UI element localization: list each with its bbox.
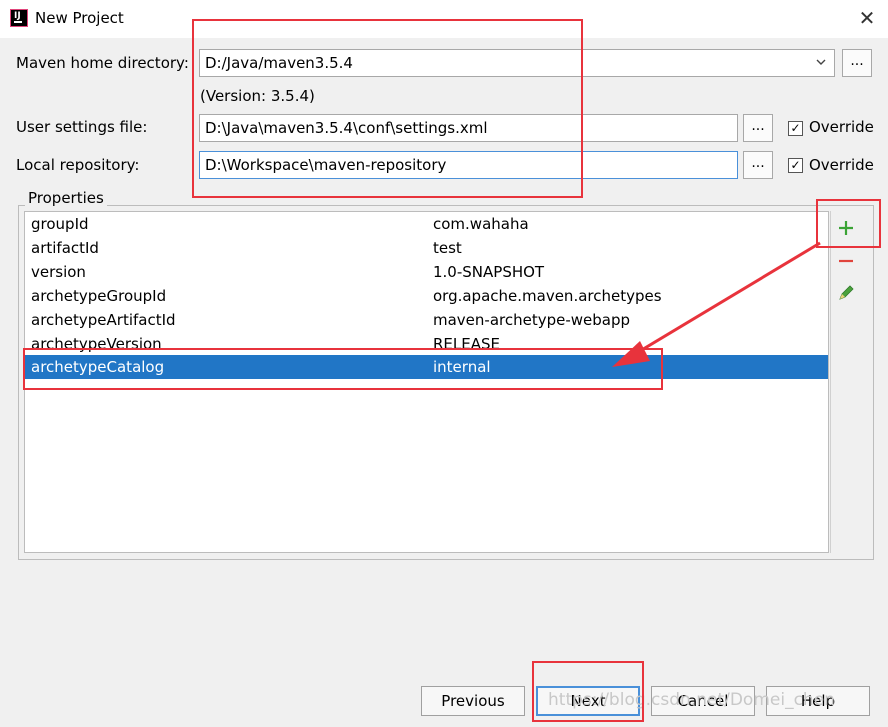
local-repository-input[interactable]: D:\Workspace\maven-repository <box>199 151 738 179</box>
override-settings-checkbox[interactable]: ✓ <box>788 121 803 136</box>
annotation-arrow <box>612 241 821 367</box>
user-settings-label: User settings file: <box>16 118 148 136</box>
window-title: New Project <box>35 9 124 27</box>
add-icon[interactable] <box>837 219 855 237</box>
pencil-icon[interactable] <box>837 284 855 302</box>
override-repository-label: Override <box>809 156 874 174</box>
property-value: com.wahaha <box>433 215 529 233</box>
browse-maven-home-button[interactable]: ... <box>842 49 872 77</box>
override-settings-label: Override <box>809 118 874 136</box>
remove-icon[interactable] <box>837 252 855 270</box>
previous-button[interactable]: Previous <box>421 686 525 716</box>
maven-home-value: D:/Java/maven3.5.4 <box>205 54 353 72</box>
property-key: archetypeCatalog <box>31 358 165 376</box>
chevron-down-icon[interactable] <box>816 57 826 67</box>
property-key: version <box>31 263 86 281</box>
property-key: archetypeArtifactId <box>31 311 176 329</box>
property-value: test <box>433 239 462 257</box>
maven-version-text: (Version: 3.5.4) <box>200 87 315 105</box>
intellij-app-icon: IJ <box>10 9 28 27</box>
property-key: artifactId <box>31 239 99 257</box>
local-repository-label: Local repository: <box>16 156 140 174</box>
override-repository-checkbox[interactable]: ✓ <box>788 158 803 173</box>
property-value: RELEASE <box>433 335 500 353</box>
property-value: 1.0-SNAPSHOT <box>433 263 545 281</box>
maven-home-combobox[interactable]: D:/Java/maven3.5.4 <box>199 49 835 77</box>
property-value: internal <box>433 358 491 376</box>
title-bar <box>0 0 888 38</box>
properties-title: Properties <box>25 189 107 207</box>
user-settings-input[interactable]: D:\Java\maven3.5.4\conf\settings.xml <box>199 114 738 142</box>
close-icon[interactable]: ✕ <box>855 6 879 30</box>
table-row[interactable]: groupId com.wahaha <box>25 212 828 236</box>
property-key: groupId <box>31 215 89 233</box>
browse-repository-button[interactable]: ... <box>743 151 773 179</box>
property-key: archetypeVersion <box>31 335 162 353</box>
browse-settings-button[interactable]: ... <box>743 114 773 142</box>
property-key: archetypeGroupId <box>31 287 167 305</box>
watermark-text: https://blog.csdn.net/Domei_chen <box>548 690 835 710</box>
maven-home-label: Maven home directory: <box>16 54 189 72</box>
